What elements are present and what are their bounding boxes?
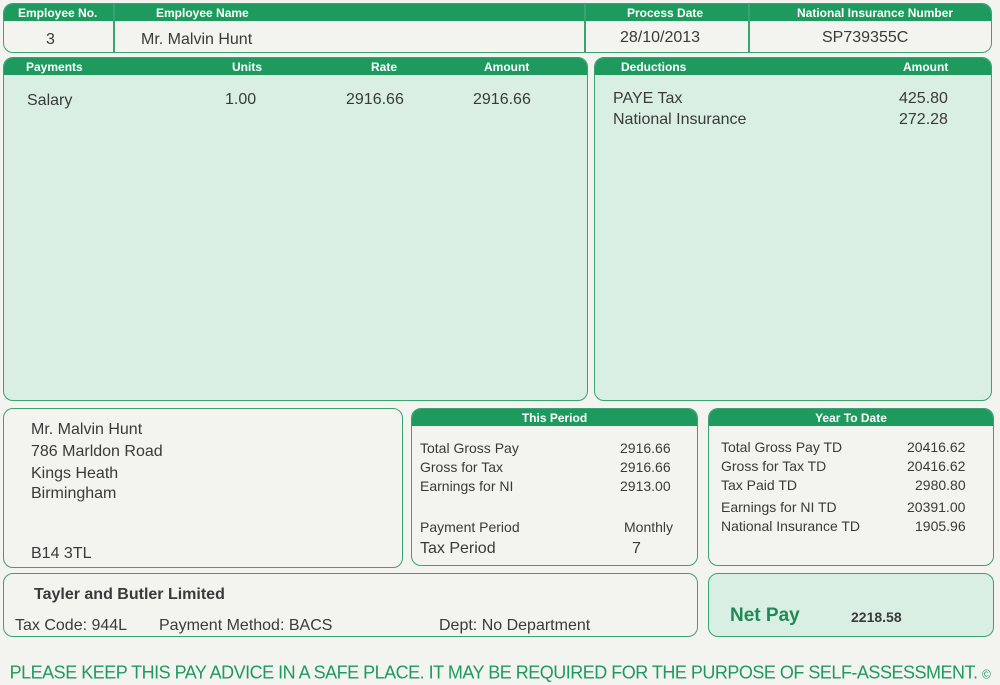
gross-for-tax-value: 2916.66	[620, 459, 671, 475]
tax-code: Tax Code: 944L	[15, 617, 128, 634]
deductions-amount-col-label: Amount	[903, 60, 949, 74]
this-period-header: This Period	[412, 409, 697, 426]
payment-amount: 2916.66	[473, 91, 531, 108]
payments-header: Payments Units Rate Amount	[4, 58, 587, 75]
payment-period-value: Monthly	[624, 519, 674, 535]
payments-box: Payments Units Rate Amount Salary 1.00 2…	[3, 57, 588, 401]
ni-number-header: National Insurance Number	[797, 6, 954, 20]
divider	[113, 4, 115, 52]
ytd-earnings-ni-value: 20391.00	[907, 499, 966, 515]
net-pay-label: Net Pay	[730, 605, 800, 626]
earnings-ni-value: 2913.00	[620, 478, 671, 494]
payment-method: Payment Method: BACS	[159, 617, 333, 634]
ytd-ni-label: National Insurance TD	[721, 518, 861, 534]
employer-box: Tayler and Butler Limited Tax Code: 944L…	[3, 573, 698, 637]
address-line: 786 Marldon Road	[31, 443, 163, 460]
address-line: Birmingham	[31, 485, 117, 502]
deduction-name: National Insurance	[613, 111, 747, 128]
deduction-amount: 272.28	[899, 111, 948, 128]
copyright-icon: ©	[981, 666, 991, 682]
department: Dept: No Department	[439, 617, 591, 634]
total-gross-pay-label: Total Gross Pay	[420, 440, 519, 456]
payment-units: 1.00	[225, 91, 257, 108]
deduction-name: PAYE Tax	[613, 90, 683, 107]
ytd-gross-for-tax-value: 20416.62	[907, 458, 966, 474]
net-pay-value: 2218.58	[851, 609, 902, 625]
employee-name-value: Mr. Malvin Hunt	[141, 31, 253, 48]
gross-for-tax-label: Gross for Tax	[420, 459, 503, 475]
payment-period-label: Payment Period	[420, 519, 520, 535]
employee-no-header: Employee No.	[18, 6, 98, 20]
ytd-gross-for-tax-label: Gross for Tax TD	[721, 458, 827, 474]
payments-col-label: Payments	[26, 60, 83, 74]
deduction-amount: 425.80	[899, 90, 948, 107]
ytd-total-gross-pay-value: 20416.62	[907, 439, 966, 455]
amount-col-label: Amount	[484, 60, 530, 74]
address-line: Kings Heath	[31, 465, 119, 482]
tax-period-label: Tax Period	[420, 540, 496, 557]
process-date-value: 28/10/2013	[620, 29, 701, 46]
address-line: Mr. Malvin Hunt	[31, 421, 143, 438]
deductions-header: Deductions Amount	[595, 58, 991, 75]
deductions-box: Deductions Amount PAYE Tax 425.80 Nation…	[594, 57, 992, 401]
ytd-earnings-ni-label: Earnings for NI TD	[721, 499, 837, 515]
employer-name: Tayler and Butler Limited	[34, 586, 225, 603]
this-period-box: This Period Total Gross Pay 2916.66 Gros…	[411, 408, 698, 566]
payment-rate: 2916.66	[346, 91, 404, 108]
net-pay-box: Net Pay 2218.58	[708, 573, 994, 637]
footer-notice: PLEASE KEEP THIS PAY ADVICE IN A SAFE PL…	[0, 661, 1000, 683]
year-to-date-box: Year To Date Total Gross Pay TD 20416.62…	[708, 408, 994, 566]
divider	[748, 4, 750, 52]
ytd-ni-value: 1905.96	[915, 518, 966, 534]
year-to-date-header: Year To Date	[709, 409, 993, 426]
employee-info-box: Employee No. Employee Name Process Date …	[3, 3, 992, 53]
footer-text: PLEASE KEEP THIS PAY ADVICE IN A SAFE PL…	[9, 661, 978, 683]
payment-name: Salary	[27, 92, 73, 109]
earnings-ni-label: Earnings for NI	[420, 478, 514, 494]
deductions-col-label: Deductions	[621, 60, 687, 74]
ytd-tax-paid-label: Tax Paid TD	[721, 477, 797, 493]
address-box: Mr. Malvin Hunt 786 Marldon Road Kings H…	[3, 408, 403, 568]
ni-number-value: SP739355C	[822, 29, 909, 46]
units-col-label: Units	[232, 60, 262, 74]
employee-info-header: Employee No. Employee Name Process Date …	[4, 4, 991, 21]
total-gross-pay-value: 2916.66	[620, 440, 671, 456]
employee-no-value: 3	[46, 31, 55, 48]
year-to-date-title: Year To Date	[815, 411, 887, 425]
rate-col-label: Rate	[371, 60, 398, 74]
process-date-header: Process Date	[627, 6, 704, 20]
this-period-title: This Period	[521, 411, 588, 425]
address-postcode: B14 3TL	[31, 545, 92, 562]
ytd-tax-paid-value: 2980.80	[915, 477, 966, 493]
divider	[584, 4, 586, 52]
tax-period-value: 7	[632, 540, 641, 557]
employee-name-header: Employee Name	[156, 6, 249, 20]
ytd-total-gross-pay-label: Total Gross Pay TD	[721, 439, 843, 455]
